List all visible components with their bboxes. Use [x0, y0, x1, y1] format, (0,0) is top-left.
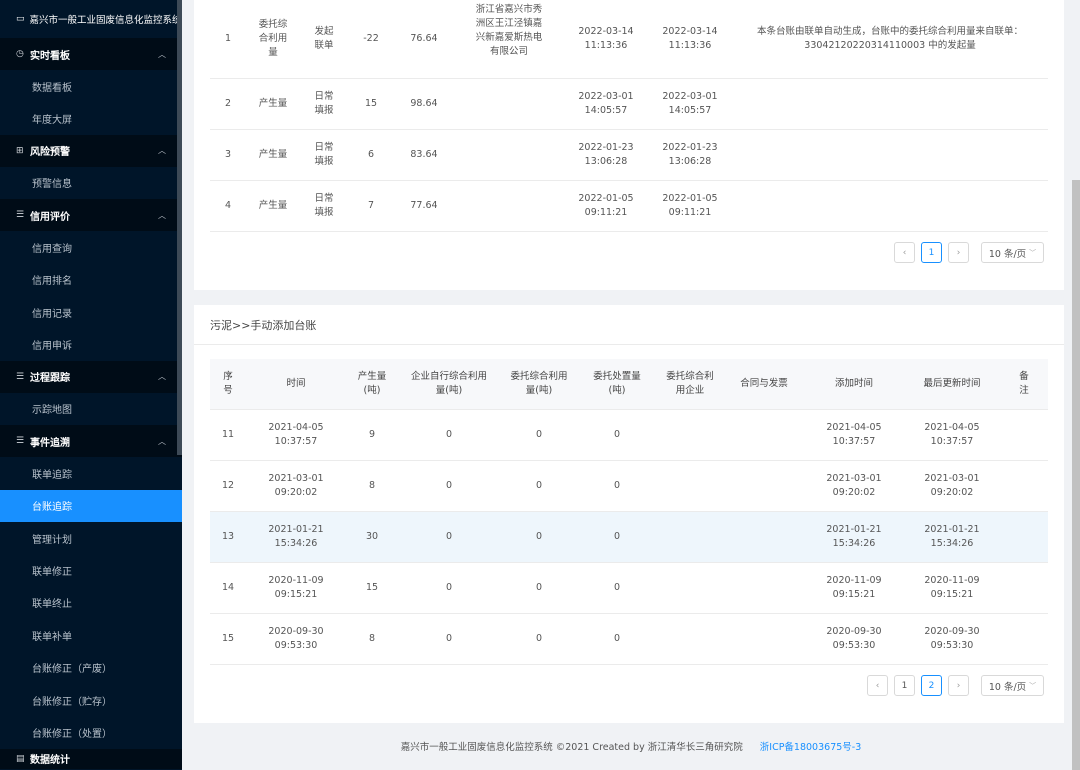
sidebar-item-manifest-track[interactable]: 联单追踪 [0, 457, 182, 490]
prev-page-button[interactable]: ‹ [894, 242, 915, 263]
sidebar-item-credit-record[interactable]: 信用记录 [0, 295, 182, 329]
app-title-text: 嘉兴市一般工业固废信息化监控系统 [29, 15, 182, 26]
list-icon: ☰ [16, 371, 25, 382]
menu-group-stats[interactable]: ▤ 数据统计 [0, 748, 182, 769]
page-button-2[interactable]: 2 [921, 675, 942, 696]
page-button-1[interactable]: 1 [894, 675, 915, 696]
table-row[interactable]: 12 2021-03-01 09:20:02 8 0 0 0 2021-03-01… [210, 460, 1048, 512]
sidebar-item-credit-appeal[interactable]: 信用申诉 [0, 328, 182, 361]
table-row[interactable]: 11 2021-04-05 10:37:57 9 0 0 0 2021-04-05… [210, 409, 1048, 461]
sidebar-item-annual-screen[interactable]: 年度大屏 [0, 102, 182, 135]
chart-icon: ▤ [16, 753, 25, 764]
manual-ledger-table: 序号 时间 产生量(吨) 企业自行综合利用量(吨) 委托综合利用量(吨) 委托处… [210, 359, 1048, 665]
table-row[interactable]: 15 2020-09-30 09:53:30 8 0 0 0 2020-09-30… [210, 613, 1048, 665]
sidebar-item-ledger-track[interactable]: 台账追踪 [0, 489, 182, 522]
menu-group-credit[interactable]: ☰ 信用评价 ︿ [0, 199, 182, 232]
grid-icon: ⊞ [16, 145, 24, 156]
ledger-table: 1 委托综合利用量 发起联单 -22 76.64 浙江省嘉兴市秀洲区王江泾镇嘉兴… [210, 0, 1048, 232]
sidebar-item-dashboard[interactable]: 数据看板 [0, 70, 182, 103]
chevron-up-icon: ︿ [158, 372, 166, 382]
footer: 嘉兴市一般工业固废信息化监控系统 ©2021 Created by 浙江清华长三… [182, 739, 1080, 753]
sidebar-item-trace-map[interactable]: 示踪地图 [0, 392, 182, 426]
sidebar-item-warnings[interactable]: 预警信息 [0, 166, 182, 200]
pagination: ‹ 1 2 › 10 条/页 ﹀ [867, 675, 1044, 696]
list-icon: ☰ [16, 210, 25, 221]
sidebar-item-ledger-fix-dispose[interactable]: 台账修正（处置） [0, 716, 182, 749]
pagination: ‹ 1 › 10 条/页 ﹀ [894, 242, 1044, 263]
sidebar-item-mgmt-plan[interactable]: 管理计划 [0, 521, 182, 555]
sidebar: ▭ 嘉兴市一般工业固废信息化监控系统 ◷ 实时看板 ︿ 数据看板 年度大屏 ⊞ … [0, 0, 182, 770]
icp-link[interactable]: 浙ICP备18003675号-3 [760, 742, 862, 753]
sidebar-item-manifest-supplement[interactable]: 联单补单 [0, 619, 182, 652]
menu-group-realtime[interactable]: ◷ 实时看板 ︿ [0, 38, 182, 70]
next-page-button[interactable]: › [948, 242, 969, 263]
sidebar-item-manifest-fix[interactable]: 联单修正 [0, 554, 182, 587]
page-button-1[interactable]: 1 [921, 242, 942, 263]
ledger-card: 1 委托综合利用量 发起联单 -22 76.64 浙江省嘉兴市秀洲区王江泾镇嘉兴… [194, 0, 1064, 290]
chevron-up-icon: ︿ [158, 436, 166, 446]
sidebar-item-manifest-end[interactable]: 联单终止 [0, 586, 182, 620]
chevron-up-icon: ︿ [158, 146, 166, 156]
section-title: 污泥>>手动添加台账 [194, 305, 1064, 345]
table-row[interactable]: 3 产生量 日常填报 6 83.64 2022-01-23 13:06:28 20… [210, 129, 1048, 181]
menu-group-process[interactable]: ☰ 过程跟踪 ︿ [0, 360, 182, 393]
sidebar-item-credit-rank[interactable]: 信用排名 [0, 263, 182, 296]
prev-page-button[interactable]: ‹ [867, 675, 888, 696]
page-size-select[interactable]: 10 条/页 ﹀ [981, 675, 1044, 696]
chevron-down-icon: ﹀ [1029, 681, 1037, 690]
sidebar-item-ledger-fix-produce[interactable]: 台账修正（产废） [0, 651, 182, 684]
sidebar-item-credit-query[interactable]: 信用查询 [0, 231, 182, 264]
clock-icon: ◷ [16, 49, 24, 59]
page-size-select[interactable]: 10 条/页 ﹀ [981, 242, 1044, 263]
next-page-button[interactable]: › [948, 675, 969, 696]
table-row-hover[interactable]: 13 2021-01-21 15:34:26 30 0 0 0 2021-01-2… [210, 511, 1048, 563]
manual-ledger-card: 污泥>>手动添加台账 序号 时间 产生量(吨) 企业自行综合利用量(吨) 委托综… [194, 305, 1064, 723]
table-header: 序号 时间 产生量(吨) 企业自行综合利用量(吨) 委托综合利用量(吨) 委托处… [210, 359, 1048, 410]
sidebar-item-ledger-fix-store[interactable]: 台账修正（贮存） [0, 683, 182, 717]
app-title: ▭ 嘉兴市一般工业固废信息化监控系统 [0, 0, 182, 38]
chevron-up-icon: ︿ [158, 210, 166, 220]
main-content: 1 委托综合利用量 发起联单 -22 76.64 浙江省嘉兴市秀洲区王江泾镇嘉兴… [182, 0, 1080, 770]
chevron-up-icon: ︿ [158, 49, 166, 59]
monitor-icon: ▭ [16, 14, 25, 24]
footer-copyright: 嘉兴市一般工业固废信息化监控系统 ©2021 Created by 浙江清华长三… [400, 742, 743, 753]
table-row[interactable]: 1 委托综合利用量 发起联单 -22 76.64 浙江省嘉兴市秀洲区王江泾镇嘉兴… [210, 0, 1048, 79]
menu-group-risk[interactable]: ⊞ 风险预警 ︿ [0, 134, 182, 167]
menu-group-events[interactable]: ☰ 事件追溯 ︿ [0, 425, 182, 458]
main-scrollbar[interactable] [1072, 180, 1080, 770]
table-row[interactable]: 14 2020-11-09 09:15:21 15 0 0 0 2020-11-0… [210, 562, 1048, 614]
table-row[interactable]: 4 产生量 日常填报 7 77.64 2022-01-05 09:11:21 20… [210, 180, 1048, 232]
chevron-down-icon: ﹀ [1029, 248, 1037, 257]
table-row[interactable]: 2 产生量 日常填报 15 98.64 2022-03-01 14:05:57 2… [210, 78, 1048, 130]
list-icon: ☰ [16, 436, 25, 447]
